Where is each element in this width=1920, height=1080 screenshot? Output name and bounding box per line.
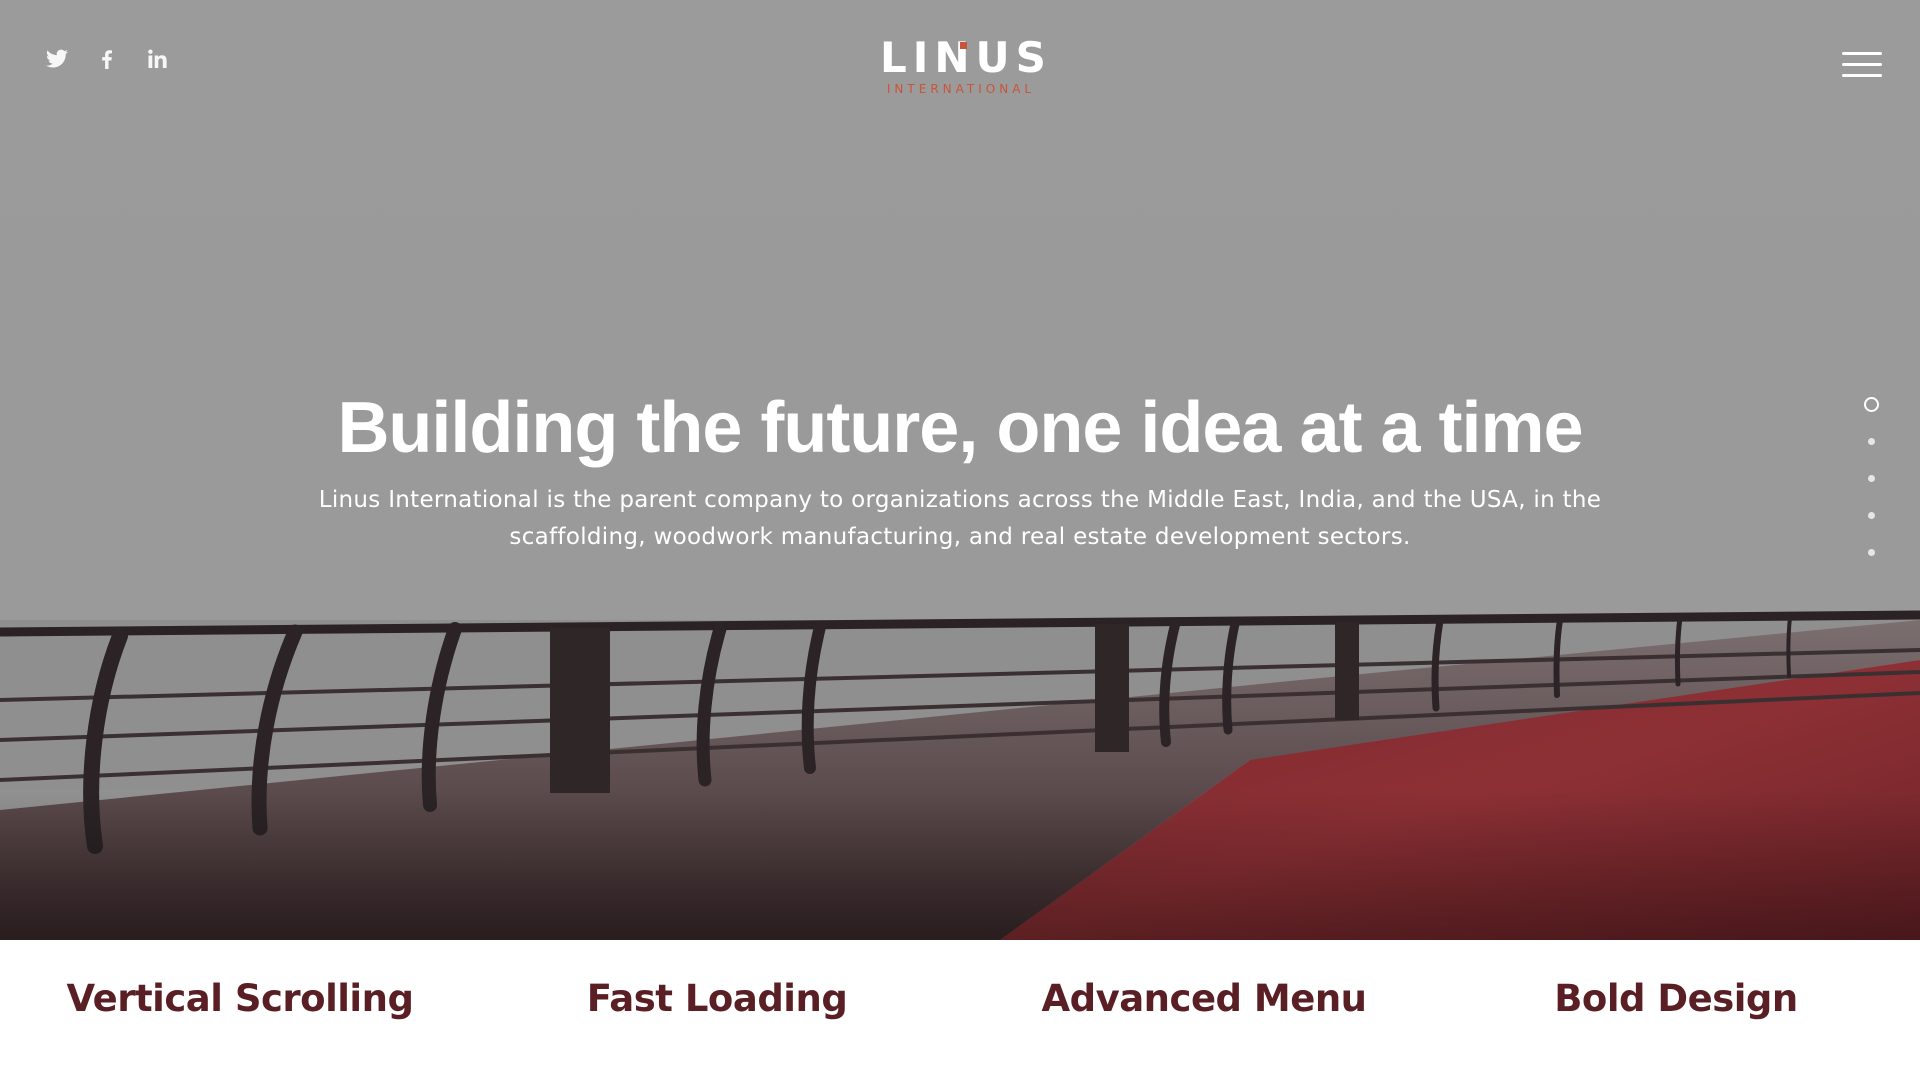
hero-subheading: Linus International is the parent compan… [318, 487, 1602, 550]
twitter-link[interactable] [44, 46, 70, 72]
slide-dot-3[interactable] [1858, 460, 1884, 497]
company-logo[interactable]: LINUS INTERNATIONAL [880, 36, 1046, 97]
linkedin-link[interactable] [144, 46, 170, 72]
hamburger-menu-button[interactable] [1842, 50, 1884, 80]
feature-fast-loading[interactable]: Fast Loading [477, 976, 957, 1022]
logo-subtitle: INTERNATIONAL [886, 82, 1036, 96]
slide-dot-2[interactable] [1858, 423, 1884, 460]
slide-dot-4[interactable] [1858, 497, 1884, 534]
hero-content: Building the future, one idea at a time … [160, 380, 1760, 556]
hamburger-menu-icon [1842, 52, 1882, 55]
linkedin-icon [148, 49, 167, 68]
hero-heading: Building the future, one idea at a time [337, 388, 1583, 468]
slide-dot-5[interactable] [1858, 534, 1884, 571]
hero-section: LINUS INTERNATIONAL Building the future,… [0, 0, 1920, 940]
feature-bold-design[interactable]: Bold Design [1436, 976, 1916, 1022]
facebook-link[interactable] [94, 46, 120, 72]
hamburger-line [1842, 74, 1882, 77]
slide-navigation [1858, 386, 1884, 571]
feature-vertical-scrolling[interactable]: Vertical Scrolling [0, 976, 480, 1022]
twitter-icon [46, 49, 68, 68]
facebook-icon [102, 50, 112, 69]
features-bar: Vertical Scrolling Fast Loading Advanced… [0, 940, 1920, 1080]
top-navigation-bar: LINUS INTERNATIONAL [0, 0, 1920, 130]
slide-dot-1[interactable] [1858, 386, 1884, 423]
social-links [44, 46, 170, 72]
feature-advanced-menu[interactable]: Advanced Menu [964, 976, 1444, 1022]
hamburger-line [1842, 63, 1882, 66]
logo-accent-mark [960, 42, 967, 49]
